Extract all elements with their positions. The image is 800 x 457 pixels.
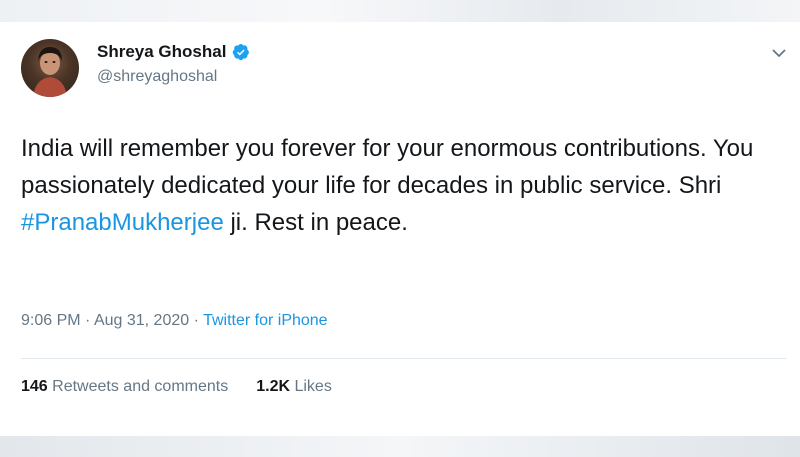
divider bbox=[21, 358, 786, 359]
retweets-stat[interactable]: 146 Retweets and comments bbox=[21, 378, 228, 396]
meta-separator: · bbox=[189, 312, 204, 329]
tweet-time[interactable]: 9:06 PM bbox=[21, 312, 81, 329]
background-band-bottom bbox=[0, 436, 800, 457]
avatar[interactable] bbox=[21, 39, 79, 97]
hashtag-link[interactable]: #PranabMukherjee bbox=[21, 209, 224, 236]
chevron-down-icon[interactable] bbox=[770, 46, 788, 60]
author-handle[interactable]: @shreyaghoshal bbox=[97, 68, 217, 86]
tweet-text-part1: India will remember you forever for your… bbox=[21, 135, 754, 199]
likes-stat[interactable]: 1.2K Likes bbox=[256, 378, 332, 396]
verified-badge-icon bbox=[232, 43, 250, 61]
retweets-label: Retweets and comments bbox=[47, 378, 229, 395]
author-name[interactable]: Shreya Ghoshal bbox=[97, 42, 250, 62]
retweets-count: 146 bbox=[21, 378, 48, 395]
avatar-portrait-icon bbox=[33, 47, 67, 97]
tweet-text: India will remember you forever for your… bbox=[21, 130, 781, 241]
tweet-meta: 9:06 PM · Aug 31, 2020 · Twitter for iPh… bbox=[21, 312, 328, 330]
tweet-date[interactable]: Aug 31, 2020 bbox=[94, 312, 189, 329]
likes-label: Likes bbox=[290, 378, 332, 395]
tweet-stats: 146 Retweets and comments 1.2K Likes bbox=[21, 378, 332, 396]
likes-count: 1.2K bbox=[256, 378, 291, 395]
tweet-source-link[interactable]: Twitter for iPhone bbox=[203, 312, 328, 329]
background-band-top bbox=[0, 0, 800, 22]
tweet-text-part2: ji. Rest in peace. bbox=[223, 209, 408, 236]
tweet-card: Shreya Ghoshal @shreyaghoshal India will… bbox=[0, 22, 800, 436]
meta-separator: · bbox=[80, 312, 94, 329]
author-display-name[interactable]: Shreya Ghoshal bbox=[97, 42, 226, 62]
